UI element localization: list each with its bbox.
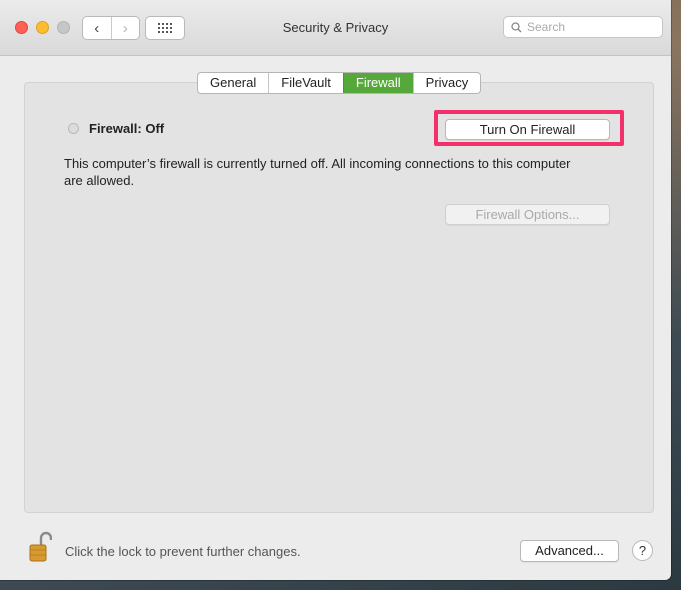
firewall-panel (24, 82, 654, 513)
search-placeholder: Search (527, 20, 566, 34)
firewall-status-label: Firewall: Off (89, 121, 165, 136)
advanced-button[interactable]: Advanced... (520, 540, 619, 562)
search-icon (511, 21, 522, 32)
turn-on-firewall-button[interactable]: Turn On Firewall (445, 119, 610, 140)
tab-filevault[interactable]: FileVault (268, 73, 343, 93)
firewall-description: This computer’s firewall is currently tu… (64, 156, 571, 188)
title-bar: ‹ › Security & Privacy Search (0, 0, 671, 56)
search-input[interactable]: Search (503, 16, 663, 38)
preferences-window: ‹ › Security & Privacy Search General Fi… (0, 0, 671, 580)
tab-privacy[interactable]: Privacy (412, 73, 481, 93)
firewall-status-indicator (68, 123, 79, 134)
tab-general[interactable]: General (198, 73, 268, 93)
tab-firewall[interactable]: Firewall (342, 73, 413, 93)
lock-label: Click the lock to prevent further change… (65, 544, 301, 559)
tab-bar: General FileVault Firewall Privacy (197, 72, 482, 94)
lock-open-icon[interactable] (28, 531, 52, 563)
help-button[interactable]: ? (632, 540, 653, 561)
firewall-options-button[interactable]: Firewall Options... (445, 204, 610, 225)
